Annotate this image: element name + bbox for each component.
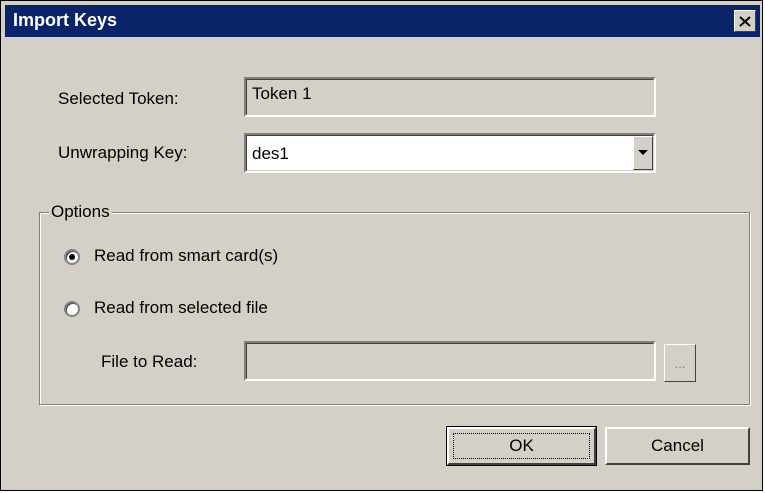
- selected-token-label: Selected Token:: [58, 89, 179, 108]
- selected-token-value: Token 1: [252, 84, 312, 103]
- unwrapping-key-label: Unwrapping Key:: [58, 143, 188, 162]
- unwrapping-key-value: des1: [252, 144, 289, 163]
- ok-button[interactable]: OK: [446, 426, 597, 466]
- cancel-button[interactable]: Cancel: [605, 427, 750, 465]
- dialog-title: Import Keys: [13, 10, 118, 30]
- cancel-button-label: Cancel: [651, 436, 704, 455]
- title-bar[interactable]: Import Keys: [5, 5, 760, 37]
- browse-button[interactable]: ...: [664, 344, 696, 382]
- dropdown-arrow-button[interactable]: [633, 136, 653, 170]
- radio-read-selected-file-label[interactable]: Read from selected file: [94, 298, 268, 318]
- radio-read-smart-card[interactable]: [64, 249, 80, 265]
- radio-read-selected-file[interactable]: [64, 301, 80, 317]
- close-icon: [739, 15, 751, 27]
- options-legend: Options: [49, 202, 112, 222]
- radio-selected-dot: [69, 254, 75, 260]
- close-button[interactable]: [734, 10, 756, 32]
- focus-rectangle: [453, 433, 590, 459]
- file-to-read-field[interactable]: [244, 341, 656, 381]
- chevron-down-icon: [638, 150, 648, 155]
- import-keys-dialog: Import Keys Selected Token: Token 1 Unwr…: [0, 0, 763, 491]
- radio-read-smart-card-label[interactable]: Read from smart card(s): [94, 246, 278, 266]
- selected-token-field: Token 1: [244, 77, 656, 117]
- file-to-read-label: File to Read:: [101, 352, 198, 371]
- unwrapping-key-dropdown[interactable]: des1: [244, 133, 656, 173]
